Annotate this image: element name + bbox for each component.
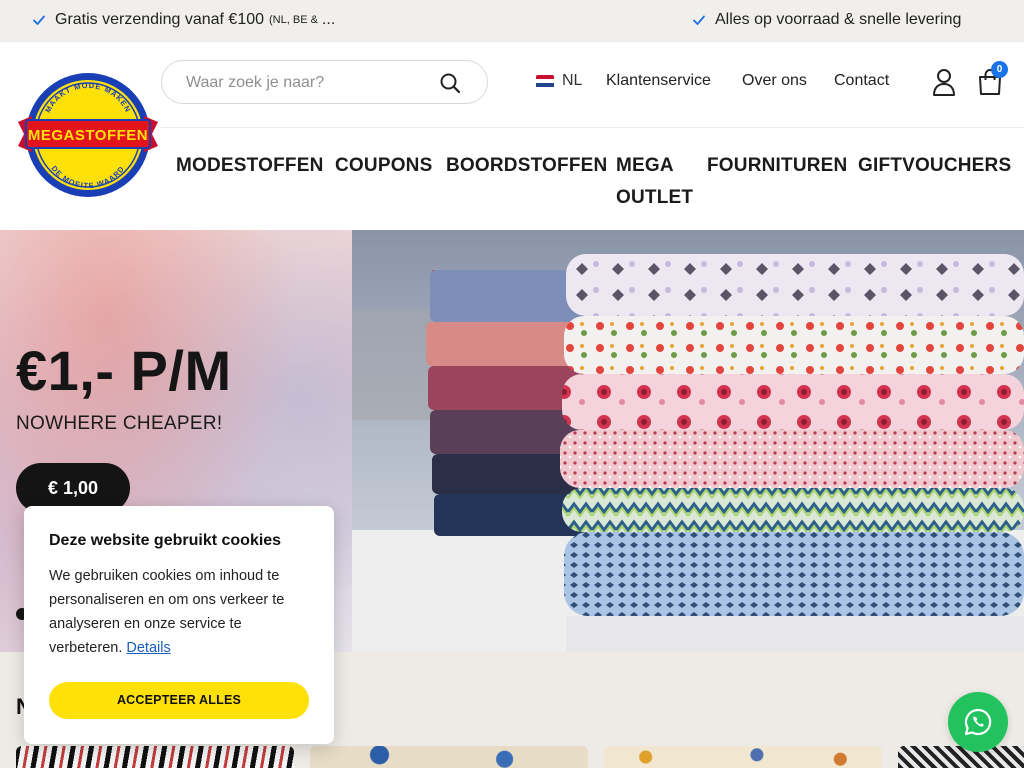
usp-bar: Gratis verzending vanaf €100 (NL, BE & .… [0, 0, 1024, 42]
nav-fournituren[interactable]: FOURNITUREN [707, 150, 847, 182]
usp-shipping-countries: (NL, BE & [269, 14, 318, 26]
link-klantenservice[interactable]: Klantenservice [606, 72, 711, 90]
product-card[interactable] [604, 746, 882, 768]
link-contact[interactable]: Contact [834, 72, 889, 90]
product-card[interactable] [310, 746, 588, 768]
product-card[interactable] [898, 746, 1024, 768]
usp-stock-text: Alles op voorraad & snelle levering [715, 11, 962, 28]
hero-title: €1,- P/M [16, 339, 232, 402]
cookie-details-link[interactable]: Details [126, 640, 170, 656]
check-icon [33, 15, 45, 25]
product-card[interactable] [16, 746, 294, 768]
cookie-consent-dialog: Deze website gebruikt cookies We gebruik… [24, 506, 334, 744]
check-icon [693, 15, 705, 25]
language-code: NL [562, 72, 583, 89]
cookie-title: Deze website gebruikt cookies [49, 532, 282, 549]
accept-all-cookies-button[interactable]: ACCEPTEER ALLES [49, 682, 309, 719]
nav-coupons[interactable]: COUPONS [335, 150, 432, 182]
nav-mega-outlet[interactable]: MEGA OUTLET [616, 150, 700, 214]
nav-boordstoffen[interactable]: BOORDSTOFFEN [446, 150, 607, 182]
hero-fabric-image [352, 230, 1024, 652]
search-icon[interactable] [439, 72, 461, 94]
header-divider [161, 127, 1024, 128]
site-header: MAAKT MODE MAKEN DE MOEITE WAARD MEGASTO… [0, 42, 1024, 230]
link-over-ons[interactable]: Over ons [742, 72, 807, 90]
language-selector[interactable]: NL [536, 72, 582, 90]
usp-shipping-text: Gratis verzending vanaf €100 [55, 11, 265, 28]
user-icon[interactable] [932, 68, 956, 96]
whatsapp-button[interactable] [948, 692, 1008, 752]
usp-item-shipping: Gratis verzending vanaf €100 (NL, BE & .… [32, 11, 335, 29]
cookie-description: We gebruiken cookies om inhoud te person… [49, 564, 311, 660]
nav-modestoffen[interactable]: MODESTOFFEN [176, 150, 324, 182]
whatsapp-icon [964, 708, 992, 736]
usp-item-stock: Alles op voorraad & snelle levering [692, 11, 961, 29]
cart-count-badge: 0 [991, 61, 1008, 78]
brand-logo[interactable]: MAAKT MODE MAKEN DE MOEITE WAARD MEGASTO… [14, 72, 162, 198]
svg-text:MEGASTOFFEN: MEGASTOFFEN [28, 127, 148, 144]
search-box [161, 60, 488, 104]
usp-shipping-ellipsis: ... [321, 11, 336, 28]
hero-subtitle: NOWHERE CHEAPER! [16, 413, 223, 434]
search-input[interactable] [186, 72, 436, 94]
flag-nl-icon [536, 74, 554, 88]
nav-giftvouchers[interactable]: GIFTVOUCHERS [858, 150, 1011, 182]
